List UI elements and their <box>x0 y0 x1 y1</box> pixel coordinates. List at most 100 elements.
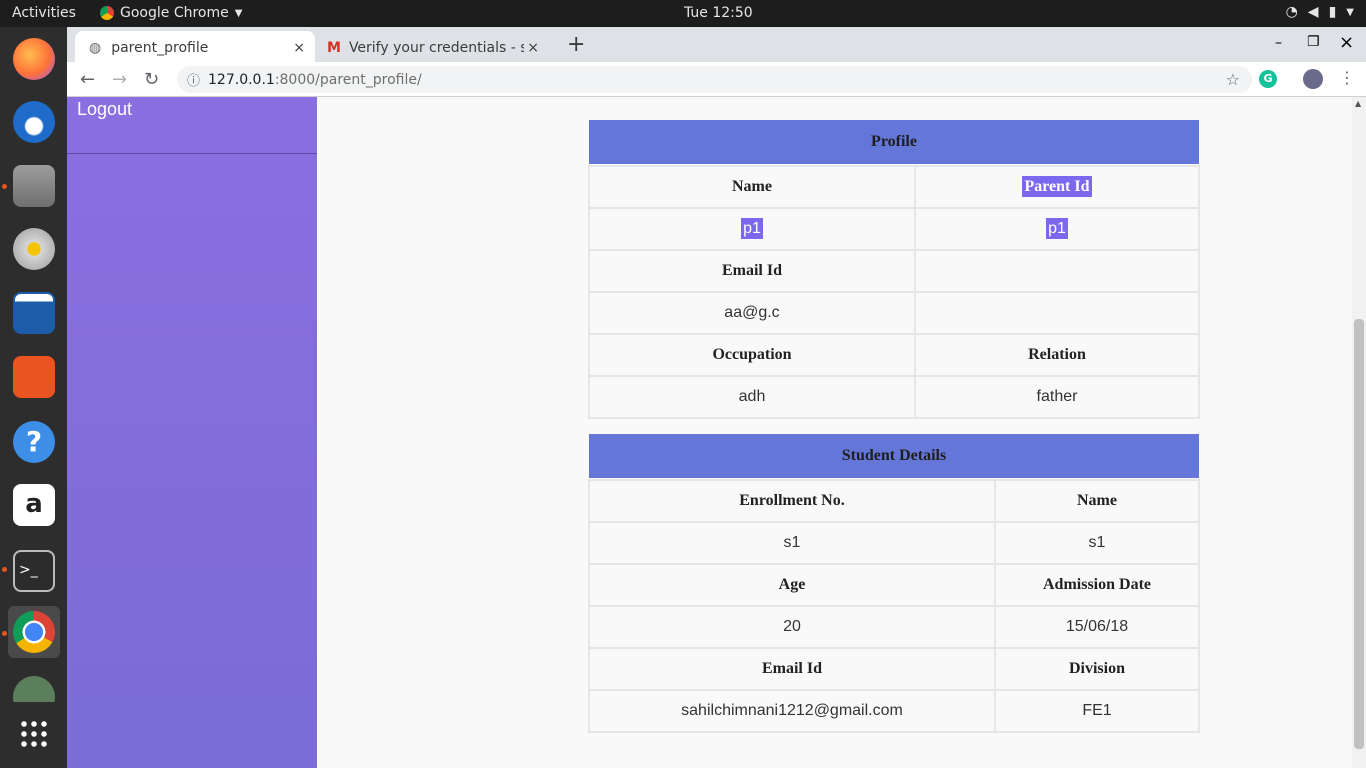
atom-icon <box>13 676 55 702</box>
table-row: s1 s1 <box>588 521 1200 565</box>
amazon-icon: a <box>13 484 55 526</box>
software-bag-icon <box>13 356 55 398</box>
globe-icon: ◍ <box>89 39 102 56</box>
tab-parent-profile[interactable]: ◍ parent_profile × <box>75 31 315 64</box>
value-email: aa@g.c <box>588 291 916 335</box>
value-parent-id: p1 <box>914 207 1200 251</box>
table-row: Enrollment No. Name <box>588 479 1200 523</box>
chevron-down-icon: ▼ <box>1346 6 1354 18</box>
tab-title: parent_profile <box>111 39 209 56</box>
terminal-launcher[interactable]: >_ <box>8 545 60 597</box>
label-parent-id: Parent Id <box>914 165 1200 209</box>
scrollbar-thumb[interactable] <box>1354 319 1364 749</box>
logout-link[interactable]: Logout <box>77 99 132 120</box>
help-launcher[interactable]: ? <box>8 416 60 468</box>
value-name: s1 <box>994 521 1200 565</box>
maximize-button[interactable]: ❐ <box>1307 34 1320 50</box>
profile-title: Profile <box>589 120 1199 164</box>
main-content: Profile Name Parent Id p1 p1 Email Id aa… <box>317 97 1352 768</box>
document-icon <box>13 292 55 334</box>
value-admission-date: 15/06/18 <box>994 605 1200 649</box>
terminal-icon: >_ <box>13 550 55 592</box>
running-indicator <box>2 631 7 636</box>
activities-button[interactable]: Activities <box>12 5 76 21</box>
divider <box>67 153 317 154</box>
speaker-icon <box>13 228 55 270</box>
label-age: Age <box>588 563 996 607</box>
forward-arrow-icon[interactable]: → <box>112 69 127 90</box>
value-name: p1 <box>588 207 916 251</box>
wifi-icon: ◔ <box>1285 4 1298 20</box>
label-email: Email Id <box>588 249 916 293</box>
table-row: 20 15/06/18 <box>588 605 1200 649</box>
volume-icon: ◀ <box>1307 4 1319 20</box>
rhythmbox-launcher[interactable] <box>8 223 60 275</box>
empty-cell <box>914 291 1200 335</box>
launcher-dock: ? a >_ <box>0 27 67 768</box>
student-details-table: Student Details Enrollment No. Name s1 s… <box>588 434 1200 733</box>
menu-kebab-icon[interactable]: ⋮ <box>1339 68 1355 87</box>
sidebar: Logout <box>67 97 317 768</box>
empty-cell <box>914 249 1200 293</box>
table-row: sahilchimnani1212@gmail.com FE1 <box>588 689 1200 733</box>
running-indicator <box>2 184 7 189</box>
value-age: 20 <box>588 605 996 649</box>
table-row: adh father <box>588 375 1200 419</box>
value-email: sahilchimnani1212@gmail.com <box>588 689 996 733</box>
table-row: Email Id Division <box>588 647 1200 691</box>
back-arrow-icon[interactable]: ← <box>80 69 95 90</box>
new-tab-button[interactable]: + <box>567 32 585 57</box>
url-host: 127.0.0.1 <box>208 71 275 88</box>
label-relation: Relation <box>914 333 1200 377</box>
tab-verify-credentials[interactable]: M Verify your credentials - sa × <box>319 31 549 64</box>
battery-icon: ▮ <box>1328 4 1337 20</box>
firefox-launcher[interactable] <box>8 33 60 85</box>
label-division: Division <box>994 647 1200 691</box>
close-icon[interactable]: × <box>527 40 539 56</box>
table-row: Occupation Relation <box>588 333 1200 377</box>
table-row: Email Id <box>588 249 1200 293</box>
chrome-icon <box>13 611 55 653</box>
profile-table: Profile Name Parent Id p1 p1 Email Id aa… <box>588 120 1200 419</box>
system-tray[interactable]: ◔ ◀ ▮ ▼ <box>1286 4 1354 20</box>
student-details-title: Student Details <box>589 434 1199 478</box>
address-bar[interactable]: ⓘ 127.0.0.1 :8000/parent_profile/ ☆ <box>177 66 1252 93</box>
value-relation: father <box>914 375 1200 419</box>
app-name: Google Chrome <box>120 5 229 21</box>
show-apps-button[interactable] <box>8 708 60 760</box>
scroll-up-arrow-icon[interactable]: ▲ <box>1355 99 1361 108</box>
files-icon <box>13 165 55 207</box>
clock[interactable]: Tue 12:50 <box>684 5 753 21</box>
chrome-launcher[interactable] <box>8 606 60 658</box>
value-enrollment: s1 <box>588 521 996 565</box>
label-name: Name <box>994 479 1200 523</box>
page-scrollbar[interactable]: ▲ <box>1352 97 1366 768</box>
app-menu[interactable]: Google Chrome ▼ <box>100 5 242 21</box>
browser-toolbar: ← → ↻ ⓘ 127.0.0.1 :8000/parent_profile/ … <box>67 62 1366 97</box>
label-email: Email Id <box>588 647 996 691</box>
value-division: FE1 <box>994 689 1200 733</box>
star-icon[interactable]: ☆ <box>1226 70 1240 89</box>
url-path: :8000/parent_profile/ <box>274 71 422 88</box>
writer-launcher[interactable] <box>8 287 60 339</box>
value-occupation: adh <box>588 375 916 419</box>
files-launcher[interactable] <box>8 160 60 212</box>
software-launcher[interactable] <box>8 351 60 403</box>
firefox-icon <box>13 38 55 80</box>
close-icon[interactable]: × <box>293 40 305 56</box>
table-row: p1 p1 <box>588 207 1200 251</box>
reload-icon[interactable]: ↻ <box>144 69 159 90</box>
label-occupation: Occupation <box>588 333 916 377</box>
chrome-icon <box>100 6 114 20</box>
table-row: aa@g.c <box>588 291 1200 335</box>
avatar[interactable] <box>1303 69 1323 89</box>
running-indicator <box>2 567 7 572</box>
minimize-button[interactable]: – <box>1275 35 1282 51</box>
thunderbird-launcher[interactable] <box>8 96 60 148</box>
gmail-icon: M <box>327 39 341 56</box>
atom-launcher[interactable] <box>8 672 60 702</box>
browser-frame: ◍ parent_profile × M Verify your credent… <box>67 27 1366 97</box>
close-window-button[interactable]: × <box>1339 32 1354 53</box>
amazon-launcher[interactable]: a <box>8 479 60 531</box>
grammarly-icon[interactable]: G <box>1259 70 1277 88</box>
